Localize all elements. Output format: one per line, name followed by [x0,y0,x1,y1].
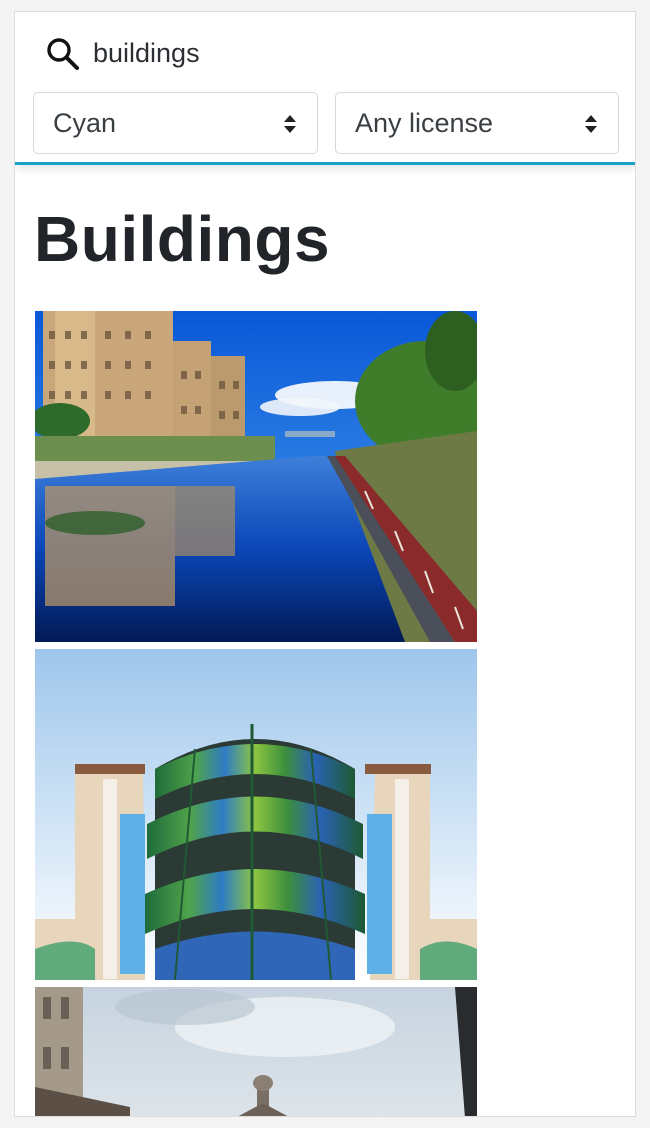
search-input[interactable] [93,32,593,74]
page-title: Buildings [34,203,331,275]
sort-arrows-icon [284,115,296,133]
search-header: Cyan Any license [15,12,635,165]
photo-canal-image [35,311,477,642]
sort-arrows-icon [585,115,597,133]
app-frame: Cyan Any license Buildings [14,11,636,1117]
color-filter-value: Cyan [53,107,117,138]
color-filter-select[interactable]: Cyan [33,92,318,154]
photo-round-building[interactable] [35,649,477,980]
photo-canal-buildings[interactable] [35,311,477,642]
license-filter-value: Any license [355,107,494,138]
photo-cathedral-image [35,987,477,1116]
photo-round-building-image [35,649,477,980]
photo-cathedral[interactable] [35,987,477,1116]
license-filter-select[interactable]: Any license [335,92,619,154]
search-icon[interactable] [46,37,80,71]
